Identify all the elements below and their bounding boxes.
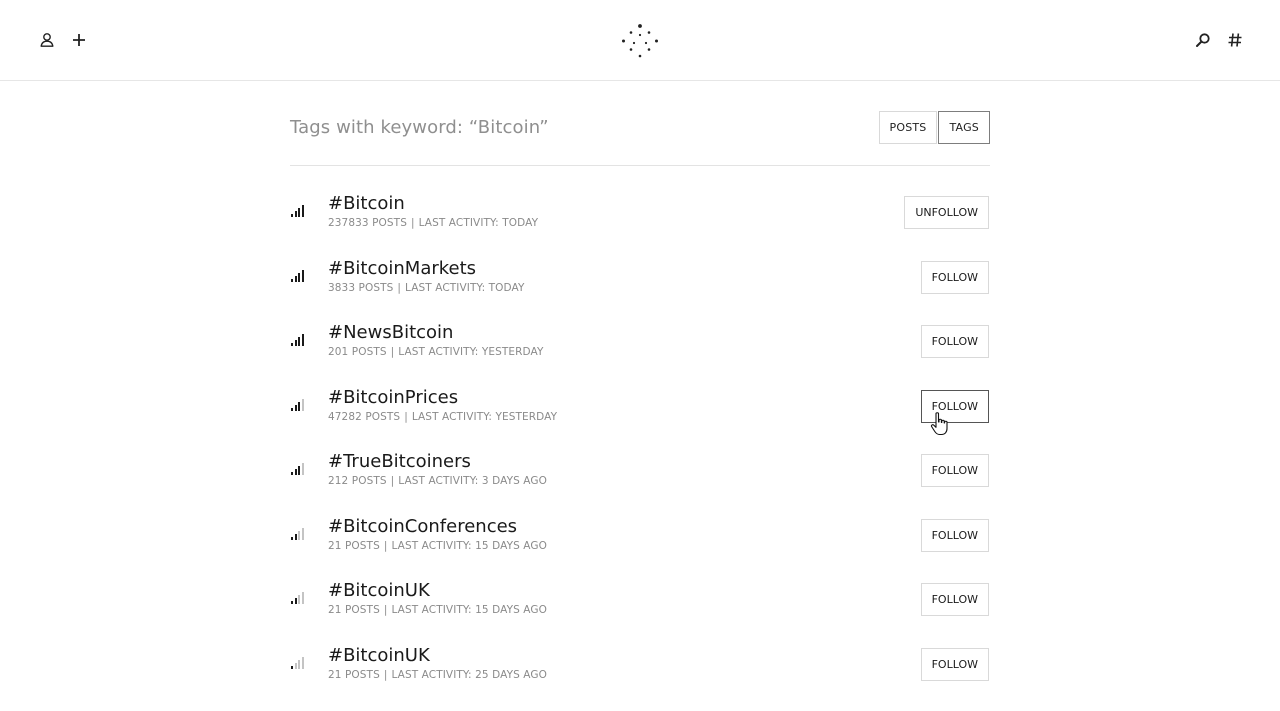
tags-tab[interactable]: TAGS <box>938 111 990 144</box>
posts-tab[interactable]: POSTS <box>879 111 938 144</box>
hashtag-icon[interactable] <box>1223 28 1247 52</box>
user-icon[interactable] <box>35 28 59 52</box>
last-activity: LAST ACTIVITY: YESTERDAY <box>398 346 543 358</box>
tag-meta: 201 POSTS|LAST ACTIVITY: YESTERDAY <box>328 346 544 358</box>
tag-name[interactable]: #BitcoinUK <box>328 580 430 601</box>
tag-name[interactable]: #BitcoinConferences <box>328 516 517 537</box>
tag-name[interactable]: #Bitcoin <box>328 193 405 214</box>
tag-meta: 3833 POSTS|LAST ACTIVITY: TODAY <box>328 282 525 294</box>
post-count: 21 POSTS <box>328 604 380 616</box>
follow-button[interactable]: FOLLOW <box>921 648 989 681</box>
last-activity: LAST ACTIVITY: 25 DAYS AGO <box>391 669 547 681</box>
tag-meta: 47282 POSTS|LAST ACTIVITY: YESTERDAY <box>328 411 557 423</box>
activity-signal-icon <box>290 399 306 411</box>
follow-button[interactable]: FOLLOW <box>921 261 989 294</box>
tag-name[interactable]: #NewsBitcoin <box>328 322 453 343</box>
tag-name[interactable]: #BitcoinMarkets <box>328 258 476 279</box>
tag-list: #Bitcoin 237833 POSTS|LAST ACTIVITY: TOD… <box>290 195 990 711</box>
post-count: 21 POSTS <box>328 540 380 552</box>
last-activity: LAST ACTIVITY: YESTERDAY <box>412 411 557 423</box>
post-count: 201 POSTS <box>328 346 387 358</box>
result-type-toggle: POSTS TAGS <box>879 111 991 144</box>
activity-signal-icon <box>290 205 306 217</box>
last-activity: LAST ACTIVITY: TODAY <box>405 282 524 294</box>
post-count: 237833 POSTS <box>328 217 407 229</box>
plus-icon[interactable] <box>67 28 91 52</box>
tag-meta: 21 POSTS|LAST ACTIVITY: 15 DAYS AGO <box>328 604 547 616</box>
tag-row: #BitcoinUK 21 POSTS|LAST ACTIVITY: 15 DA… <box>290 582 990 647</box>
tag-row: #TrueBitcoiners 212 POSTS|LAST ACTIVITY:… <box>290 453 990 518</box>
last-activity: LAST ACTIVITY: 15 DAYS AGO <box>391 604 547 616</box>
tag-name[interactable]: #BitcoinUK <box>328 645 430 666</box>
page-title: Tags with keyword: “Bitcoin” <box>290 117 549 138</box>
activity-signal-icon <box>290 463 306 475</box>
last-activity: LAST ACTIVITY: 15 DAYS AGO <box>391 540 547 552</box>
post-count: 21 POSTS <box>328 669 380 681</box>
tag-row: #NewsBitcoin 201 POSTS|LAST ACTIVITY: YE… <box>290 324 990 389</box>
results-header: Tags with keyword: “Bitcoin” POSTS TAGS <box>290 81 990 166</box>
activity-signal-icon <box>290 592 306 604</box>
activity-signal-icon <box>290 657 306 669</box>
top-navigation-bar <box>0 0 1280 81</box>
tag-meta: 21 POSTS|LAST ACTIVITY: 15 DAYS AGO <box>328 540 547 552</box>
tag-row: #Bitcoin 237833 POSTS|LAST ACTIVITY: TOD… <box>290 195 990 260</box>
tag-row: #BitcoinUK 21 POSTS|LAST ACTIVITY: 25 DA… <box>290 647 990 711</box>
post-count: 47282 POSTS <box>328 411 400 423</box>
last-activity: LAST ACTIVITY: 3 DAYS AGO <box>398 475 547 487</box>
post-count: 212 POSTS <box>328 475 387 487</box>
follow-button[interactable]: FOLLOW <box>921 325 989 358</box>
follow-button[interactable]: FOLLOW <box>921 519 989 552</box>
main-content: Tags with keyword: “Bitcoin” POSTS TAGS … <box>290 81 990 711</box>
activity-signal-icon <box>290 334 306 346</box>
follow-button[interactable]: FOLLOW <box>921 583 989 616</box>
follow-button[interactable]: FOLLOW <box>921 454 989 487</box>
tag-meta: 212 POSTS|LAST ACTIVITY: 3 DAYS AGO <box>328 475 547 487</box>
dotted-circle-logo[interactable] <box>620 21 660 61</box>
tag-name[interactable]: #TrueBitcoiners <box>328 451 471 472</box>
follow-button[interactable]: FOLLOW <box>921 390 989 423</box>
last-activity: LAST ACTIVITY: TODAY <box>419 217 538 229</box>
tag-row: #BitcoinPrices 47282 POSTS|LAST ACTIVITY… <box>290 389 990 454</box>
activity-signal-icon <box>290 528 306 540</box>
tag-name[interactable]: #BitcoinPrices <box>328 387 458 408</box>
unfollow-button[interactable]: UNFOLLOW <box>904 196 989 229</box>
search-icon[interactable] <box>1191 28 1215 52</box>
activity-signal-icon <box>290 270 306 282</box>
tag-meta: 21 POSTS|LAST ACTIVITY: 25 DAYS AGO <box>328 669 547 681</box>
tag-meta: 237833 POSTS|LAST ACTIVITY: TODAY <box>328 217 538 229</box>
post-count: 3833 POSTS <box>328 282 393 294</box>
tag-row: #BitcoinConferences 21 POSTS|LAST ACTIVI… <box>290 518 990 583</box>
tag-row: #BitcoinMarkets 3833 POSTS|LAST ACTIVITY… <box>290 260 990 325</box>
